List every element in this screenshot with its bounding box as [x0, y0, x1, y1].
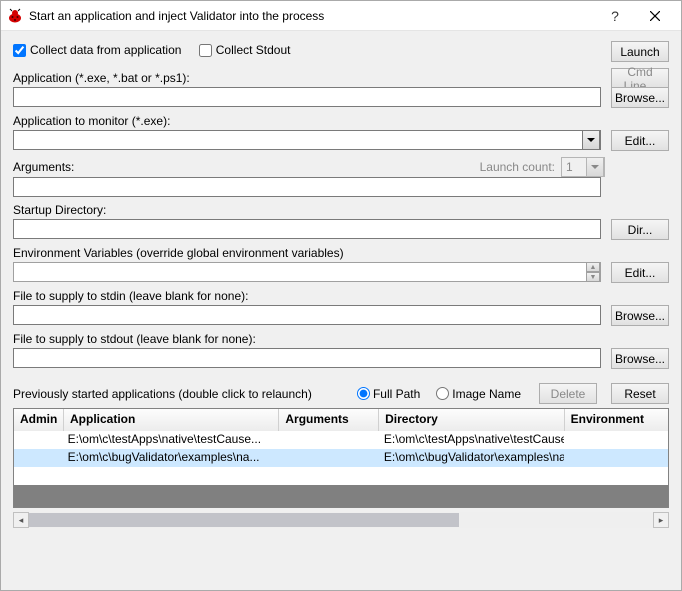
full-path-radio[interactable]: Full Path — [357, 387, 420, 401]
th-directory[interactable]: Directory — [379, 409, 565, 431]
stdin-label: File to supply to stdin (leave blank for… — [13, 289, 248, 303]
startup-dir-button[interactable]: Dir... — [611, 219, 669, 240]
stdin-input[interactable] — [13, 305, 601, 325]
launch-count-select[interactable]: 1 — [561, 157, 605, 177]
collect-stdout-label: Collect Stdout — [216, 43, 291, 57]
application-browse-button[interactable]: Browse... — [611, 87, 669, 108]
reset-button[interactable]: Reset — [611, 383, 669, 404]
startup-dir-label: Startup Directory: — [13, 203, 106, 217]
full-path-radio-label: Full Path — [373, 387, 420, 401]
th-application[interactable]: Application — [64, 409, 279, 431]
titlebar: Start an application and inject Validato… — [1, 1, 681, 31]
image-name-radio-input[interactable] — [436, 387, 449, 400]
launch-count-label: Launch count: — [480, 160, 555, 174]
cell-environment — [564, 431, 668, 449]
image-name-radio-label: Image Name — [452, 387, 521, 401]
stdout-browse-button[interactable]: Browse... — [611, 348, 669, 369]
th-environment[interactable]: Environment — [565, 409, 668, 431]
horizontal-scrollbar[interactable]: ◂ ▸ — [13, 512, 669, 528]
arguments-label: Arguments: — [13, 160, 74, 174]
app-monitor-label: Application to monitor (*.exe): — [13, 114, 170, 128]
prev-started-label: Previously started applications (double … — [13, 387, 341, 401]
app-monitor-edit-button[interactable]: Edit... — [611, 130, 669, 151]
app-icon — [7, 8, 23, 24]
env-vars-input[interactable]: ▲ ▼ — [13, 262, 601, 282]
close-button[interactable] — [635, 1, 675, 31]
stdin-browse-button[interactable]: Browse... — [611, 305, 669, 326]
table-splitter[interactable] — [14, 485, 668, 507]
cell-arguments — [278, 449, 378, 467]
collect-stdout-input[interactable] — [199, 44, 212, 57]
cell-environment — [564, 449, 668, 467]
window-title: Start an application and inject Validato… — [29, 9, 595, 23]
application-label: Application (*.exe, *.bat or *.ps1): — [13, 71, 190, 85]
collect-data-label: Collect data from application — [30, 43, 181, 57]
stdout-input[interactable] — [13, 348, 601, 368]
cell-directory: E:\om\c\bugValidator\examples\na... — [378, 449, 564, 467]
cell-admin — [14, 449, 62, 467]
stdout-label: File to supply to stdout (leave blank fo… — [13, 332, 256, 346]
launch-count-value: 1 — [566, 160, 573, 174]
table-row[interactable]: E:\om\c\testApps\native\testCause... E:\… — [14, 431, 668, 449]
scroll-track[interactable] — [29, 513, 653, 527]
table-row[interactable]: E:\om\c\bugValidator\examples\na... E:\o… — [14, 449, 668, 467]
cell-application: E:\om\c\testApps\native\testCause... — [62, 431, 278, 449]
scroll-thumb[interactable] — [29, 513, 459, 527]
delete-button[interactable]: Delete — [539, 383, 597, 404]
applications-table: Admin Application Arguments Directory En… — [13, 408, 669, 508]
th-admin[interactable]: Admin — [14, 409, 64, 431]
launch-button[interactable]: Launch — [611, 41, 669, 62]
scroll-left-icon[interactable]: ◂ — [13, 512, 29, 528]
collect-data-input[interactable] — [13, 44, 26, 57]
startup-dir-input[interactable] — [13, 219, 601, 239]
cell-directory: E:\om\c\testApps\native\testCause... — [378, 431, 564, 449]
chevron-down-icon[interactable] — [582, 130, 600, 150]
env-vars-edit-button[interactable]: Edit... — [611, 262, 669, 283]
spinner-up-icon[interactable]: ▲ — [586, 262, 600, 272]
help-button[interactable]: ? — [595, 1, 635, 31]
arguments-input[interactable] — [13, 177, 601, 197]
spinner-down-icon[interactable]: ▼ — [586, 272, 600, 282]
table-header: Admin Application Arguments Directory En… — [14, 409, 668, 431]
collect-stdout-checkbox[interactable]: Collect Stdout — [199, 43, 291, 57]
image-name-radio[interactable]: Image Name — [436, 387, 521, 401]
chevron-down-icon[interactable] — [586, 157, 604, 177]
cell-arguments — [278, 431, 378, 449]
application-input[interactable] — [13, 87, 601, 107]
full-path-radio-input[interactable] — [357, 387, 370, 400]
th-arguments[interactable]: Arguments — [279, 409, 379, 431]
cell-admin — [14, 431, 62, 449]
env-vars-label: Environment Variables (override global e… — [13, 246, 344, 260]
collect-data-checkbox[interactable]: Collect data from application — [13, 43, 181, 57]
app-monitor-dropdown[interactable] — [13, 130, 601, 150]
scroll-right-icon[interactable]: ▸ — [653, 512, 669, 528]
cell-application: E:\om\c\bugValidator\examples\na... — [62, 449, 278, 467]
